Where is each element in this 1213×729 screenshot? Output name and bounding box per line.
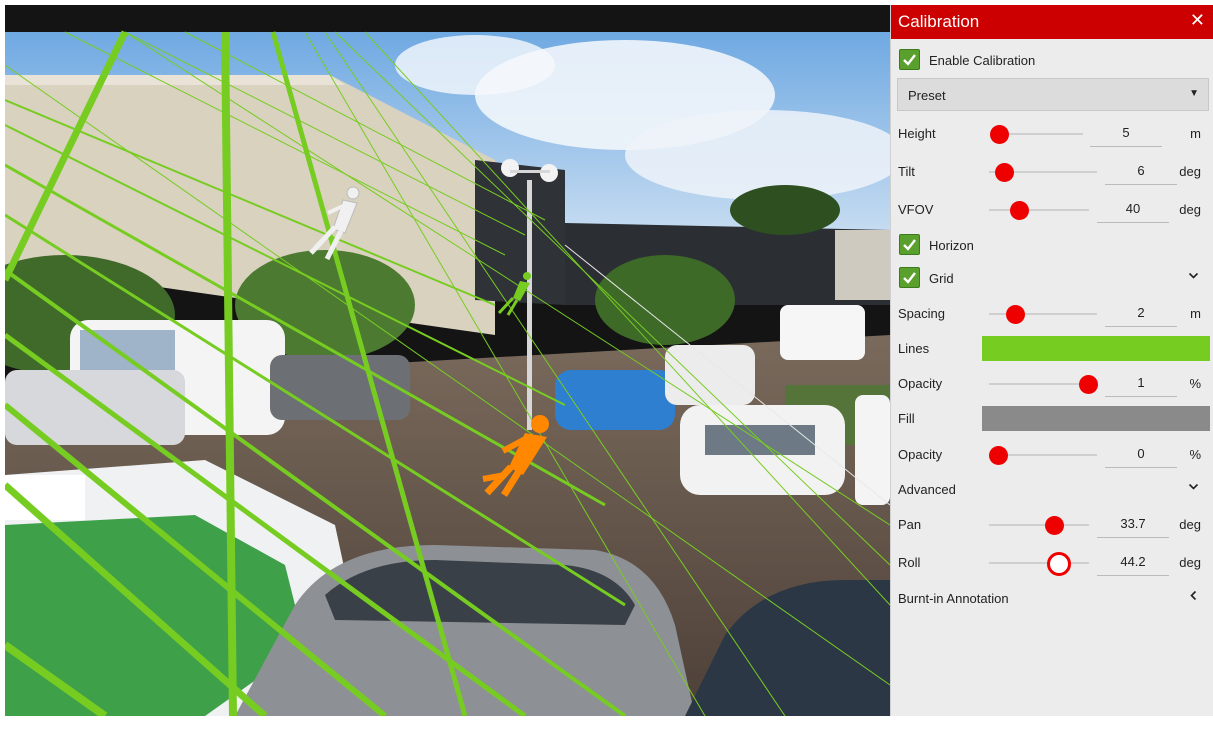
pan-slider-track[interactable] <box>989 524 1089 526</box>
lines-opacity-input[interactable]: 1 <box>1105 369 1177 397</box>
checkmark-icon <box>903 272 916 284</box>
height-row: Height 5 m <box>891 119 1213 149</box>
fill-opacity-label: Opacity <box>898 447 943 462</box>
pan-row: Pan 33.7 deg <box>891 510 1213 540</box>
close-icon[interactable]: ✕ <box>1190 10 1205 31</box>
lines-row: Lines <box>891 334 1213 364</box>
pan-unit: deg <box>1179 517 1201 532</box>
tilt-label: Tilt <box>898 164 915 179</box>
lines-opacity-label: Opacity <box>898 376 943 391</box>
height-label: Height <box>898 126 936 141</box>
height-slider-track[interactable] <box>999 133 1083 135</box>
lines-label: Lines <box>898 341 930 356</box>
lines-opacity-row: Opacity 1 % <box>891 369 1213 399</box>
chevron-down-icon[interactable] <box>1188 269 1199 284</box>
chevron-down-icon[interactable] <box>1188 480 1199 495</box>
roll-input[interactable]: 44.2 <box>1097 548 1169 576</box>
fill-color-swatch[interactable] <box>982 406 1210 431</box>
height-input[interactable]: 5 <box>1090 119 1162 147</box>
burnt-in-annotation-header[interactable]: Burnt-in Annotation <box>891 584 1213 614</box>
height-slider-thumb[interactable] <box>990 125 1009 144</box>
vfov-row: VFOV 40 deg <box>891 195 1213 225</box>
lines-opacity-slider-thumb[interactable] <box>1079 375 1098 394</box>
tilt-input[interactable]: 6 <box>1105 157 1177 185</box>
checkmark-icon <box>903 239 916 251</box>
caret-down-icon: ▼ <box>1189 88 1199 99</box>
camera-video-view[interactable] <box>5 5 890 716</box>
pan-slider-thumb[interactable] <box>1045 516 1064 535</box>
spacing-label: Spacing <box>898 306 945 321</box>
roll-label: Roll <box>898 555 921 570</box>
preset-select-value: Preset <box>908 88 946 103</box>
camera-scene <box>5 5 890 716</box>
chevron-left-icon[interactable] <box>1188 589 1199 604</box>
pan-label: Pan <box>898 517 922 532</box>
fill-row: Fill <box>891 404 1213 434</box>
tilt-row: Tilt 6 deg <box>891 157 1213 187</box>
fill-label: Fill <box>898 411 915 426</box>
enable-calibration-row[interactable]: Enable Calibration <box>891 46 1213 76</box>
vfov-slider-thumb[interactable] <box>1010 201 1029 220</box>
spacing-input[interactable]: 2 <box>1105 299 1177 327</box>
grid-row[interactable]: Grid <box>891 264 1213 294</box>
vfov-input[interactable]: 40 <box>1097 195 1169 223</box>
vfov-slider-track[interactable] <box>989 209 1089 211</box>
fill-opacity-slider-thumb[interactable] <box>989 446 1008 465</box>
calibration-panel: Calibration ✕ Enable Calibration Preset … <box>890 5 1213 716</box>
enable-calibration-label: Enable Calibration <box>929 53 1036 68</box>
tilt-slider-thumb[interactable] <box>995 163 1014 182</box>
panel-title: Calibration <box>898 12 980 31</box>
fill-opacity-row: Opacity 0 % <box>891 440 1213 470</box>
horizon-label: Horizon <box>929 238 974 253</box>
spacing-row: Spacing 2 m <box>891 299 1213 329</box>
checkmark-icon <box>903 54 916 66</box>
pan-input[interactable]: 33.7 <box>1097 510 1169 538</box>
horizon-row[interactable]: Horizon <box>891 231 1213 261</box>
fill-opacity-unit: % <box>1189 447 1201 462</box>
fill-opacity-input[interactable]: 0 <box>1105 440 1177 468</box>
panel-titlebar: Calibration ✕ <box>891 5 1213 39</box>
lines-opacity-unit: % <box>1189 376 1201 391</box>
roll-slider-thumb[interactable] <box>1047 552 1071 576</box>
spacing-unit: m <box>1190 306 1201 321</box>
burnt-in-annotation-label: Burnt-in Annotation <box>898 591 1009 606</box>
advanced-label: Advanced <box>898 482 956 497</box>
tilt-unit: deg <box>1179 164 1201 179</box>
roll-row: Roll 44.2 deg <box>891 548 1213 578</box>
preset-select[interactable]: Preset ▼ <box>897 78 1209 111</box>
height-unit: m <box>1190 126 1201 141</box>
vfov-label: VFOV <box>898 202 934 217</box>
vfov-unit: deg <box>1179 202 1201 217</box>
roll-slider-track[interactable] <box>989 562 1089 564</box>
bottom-bar <box>5 716 890 729</box>
grid-checkbox[interactable] <box>899 267 920 288</box>
horizon-checkbox[interactable] <box>899 234 920 255</box>
enable-calibration-checkbox[interactable] <box>899 49 920 70</box>
roll-unit: deg <box>1179 555 1201 570</box>
advanced-section-header[interactable]: Advanced <box>891 475 1213 505</box>
grid-label: Grid <box>929 271 954 286</box>
lines-color-swatch[interactable] <box>982 336 1210 361</box>
spacing-slider-thumb[interactable] <box>1006 305 1025 324</box>
